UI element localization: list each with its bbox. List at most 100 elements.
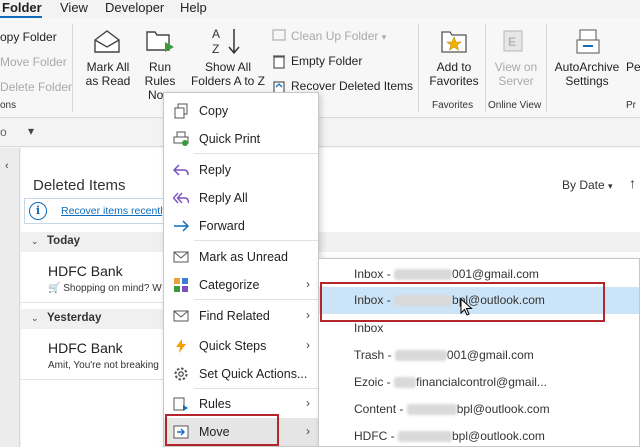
menu-bar: Folder View Developer Help bbox=[0, 0, 640, 18]
delete-folder-button[interactable]: Delete Folder bbox=[0, 80, 72, 94]
customize-qat-icon[interactable]: ▾ bbox=[28, 124, 34, 138]
mouse-cursor-icon bbox=[460, 297, 473, 319]
menu-item-reply[interactable]: Reply bbox=[164, 157, 318, 183]
add-to-favorites-button[interactable]: Add to Favorites bbox=[428, 60, 480, 88]
empty-folder-button[interactable]: Empty Folder bbox=[291, 54, 362, 68]
menu-item-label: Copy bbox=[199, 104, 229, 118]
menu-item-quick-steps[interactable]: Quick Steps › bbox=[164, 333, 318, 359]
menu-item-categorize[interactable]: Categorize › bbox=[164, 272, 318, 298]
menu-item-find-related[interactable]: Find Related › bbox=[164, 303, 318, 329]
view-on-server-button[interactable]: View on Server bbox=[490, 60, 542, 88]
account-address: bpl@outlook.com bbox=[452, 429, 545, 443]
chevron-down-icon: ▾ bbox=[381, 32, 387, 42]
menu-item-reply-all[interactable]: Reply All bbox=[164, 185, 318, 211]
tab-folder[interactable]: Folder bbox=[2, 0, 42, 15]
group-label: Yesterday bbox=[47, 312, 102, 324]
sort-az-icon: AZ bbox=[210, 26, 244, 59]
move-target-label: Ezoic - financialcontrol@gmail... bbox=[354, 375, 547, 389]
menu-separator bbox=[194, 388, 318, 389]
menu-item-quick-print[interactable]: Quick Print bbox=[164, 126, 318, 152]
forward-icon bbox=[173, 218, 190, 234]
menu-item-label: Find Related bbox=[199, 309, 270, 323]
move-target-label: Inbox bbox=[354, 321, 383, 335]
move-folder-button[interactable]: Move Folder bbox=[0, 55, 67, 69]
redacted-text bbox=[394, 269, 453, 281]
sort-dropdown[interactable]: By Date ▾ bbox=[562, 178, 613, 192]
mark-all-read-button[interactable]: Mark All as Read bbox=[80, 60, 136, 88]
collapse-arrow-icon[interactable]: ‹ bbox=[5, 160, 9, 172]
group-actions-label: ons bbox=[0, 100, 17, 111]
folder-name: Ezoic - bbox=[354, 375, 395, 389]
folder-name: Trash - bbox=[354, 348, 395, 362]
chevron-right-icon: › bbox=[306, 424, 310, 438]
menu-item-label: Reply All bbox=[199, 191, 248, 205]
svg-text:E: E bbox=[508, 35, 516, 49]
ribbon-separator bbox=[485, 24, 486, 112]
move-target-label: Trash - 001@gmail.com bbox=[354, 348, 534, 362]
ribbon-separator bbox=[546, 24, 547, 112]
move-target-content[interactable]: Content - bpl@outlook.com bbox=[319, 396, 639, 423]
show-all-line2: Folders A to Z bbox=[190, 74, 266, 88]
ribbon-separator bbox=[418, 24, 419, 112]
move-target-hdfc[interactable]: HDFC - bpl@outlook.com bbox=[319, 423, 639, 447]
menu-item-label: Mark as Unread bbox=[199, 250, 288, 264]
move-target-trash-gmail[interactable]: Trash - 001@gmail.com bbox=[319, 342, 639, 369]
view-server-line2: Server bbox=[498, 74, 534, 88]
clean-up-folder-button[interactable]: Clean Up Folder ▾ bbox=[291, 29, 386, 43]
account-address: 001@gmail.com bbox=[446, 348, 534, 362]
folder-name: HDFC - bbox=[354, 429, 398, 443]
recover-deleted-items-button[interactable]: Recover Deleted Items bbox=[291, 79, 413, 93]
add-favorites-line2: Favorites bbox=[429, 74, 479, 88]
permissions-button-partial[interactable]: Pe bbox=[626, 60, 640, 74]
envelope-open-icon bbox=[93, 28, 121, 57]
show-all-folders-button[interactable]: Show All Folders A to Z bbox=[188, 60, 268, 88]
copy-folder-button[interactable]: opy Folder bbox=[0, 30, 57, 44]
svg-text:Z: Z bbox=[212, 42, 219, 56]
exchange-server-icon: E bbox=[500, 28, 528, 57]
folder-title: Deleted Items bbox=[33, 177, 126, 194]
folder-nav-collapsed: ‹ bbox=[0, 148, 20, 447]
menu-item-label: Set Quick Actions... bbox=[199, 367, 308, 381]
group-online-view-label: Online View bbox=[488, 100, 542, 111]
shopping-cart-icon: 🛒 bbox=[48, 283, 61, 294]
move-target-label: HDFC - bpl@outlook.com bbox=[354, 429, 545, 443]
redacted-text bbox=[398, 431, 452, 443]
move-highlight-box bbox=[165, 414, 279, 446]
tab-view[interactable]: View bbox=[60, 0, 88, 15]
svg-text:A: A bbox=[212, 27, 220, 41]
move-target-ezoic[interactable]: Ezoic - financialcontrol@gmail... bbox=[319, 369, 639, 396]
redacted-text bbox=[394, 350, 447, 362]
move-target-label: Content - bpl@outlook.com bbox=[354, 402, 550, 416]
mark-all-read-line2: as Read bbox=[85, 74, 131, 88]
menu-item-copy[interactable]: Copy bbox=[164, 98, 318, 124]
chevron-right-icon: › bbox=[306, 338, 310, 352]
email-preview-text: Shopping on mind? W bbox=[63, 283, 162, 294]
folder-name: Inbox - bbox=[354, 267, 395, 281]
printer-icon bbox=[173, 131, 189, 147]
redacted-text bbox=[406, 404, 457, 416]
menu-separator bbox=[194, 153, 318, 154]
group-header-today[interactable]: ⌄ Today bbox=[21, 232, 640, 252]
mark-all-read-line1: Mark All bbox=[86, 60, 130, 74]
email-sender: HDFC Bank bbox=[48, 263, 123, 279]
menu-item-label: Categorize bbox=[199, 278, 260, 292]
tab-help[interactable]: Help bbox=[180, 0, 207, 15]
menu-item-set-quick-actions[interactable]: Set Quick Actions... bbox=[164, 361, 318, 387]
account-address: 001@gmail.com bbox=[452, 267, 539, 281]
info-bar: i Recover items recently bbox=[24, 198, 174, 224]
tab-developer[interactable]: Developer bbox=[105, 0, 164, 15]
redacted-text bbox=[394, 377, 417, 389]
sort-direction-icon[interactable]: ↑ bbox=[629, 175, 636, 191]
menu-item-mark-unread[interactable]: Mark as Unread bbox=[164, 244, 318, 270]
copy-icon bbox=[173, 103, 189, 119]
autoarchive-settings-button[interactable]: AutoArchive Settings bbox=[552, 60, 622, 88]
autoarchive-icon bbox=[574, 28, 604, 59]
chevron-right-icon: › bbox=[306, 396, 310, 410]
group-properties-label: Pr bbox=[626, 100, 636, 111]
find-related-icon bbox=[173, 308, 189, 324]
menu-item-forward[interactable]: Forward bbox=[164, 213, 318, 239]
chevron-down-icon: ⌄ bbox=[31, 236, 39, 246]
quick-access-bar: o ▾ bbox=[0, 119, 640, 147]
rules-icon bbox=[173, 396, 189, 412]
recover-items-link[interactable]: Recover items recently bbox=[61, 205, 168, 217]
